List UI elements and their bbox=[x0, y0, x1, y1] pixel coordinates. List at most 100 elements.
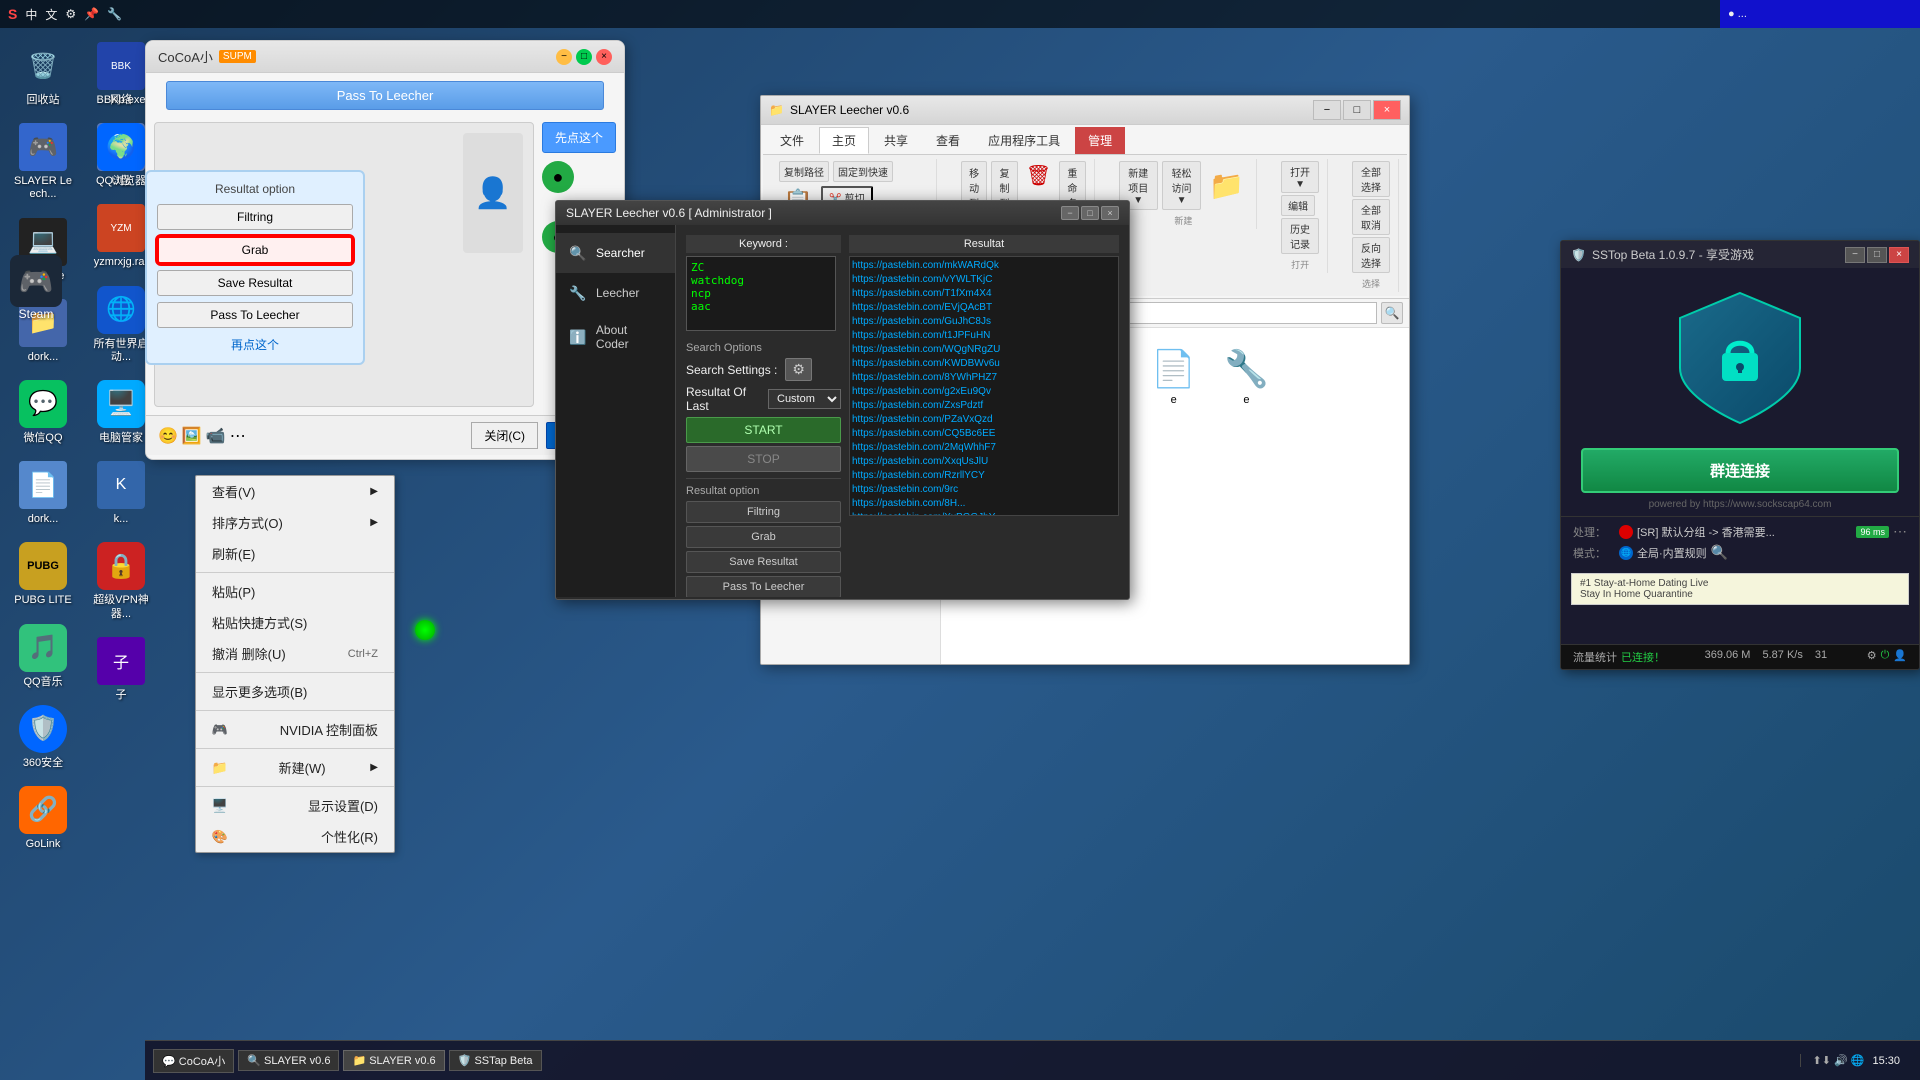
ctx-sort[interactable]: 排序方式(O) ▶ bbox=[196, 507, 394, 538]
fe-tab-app-tools[interactable]: 应用程序工具 bbox=[975, 127, 1073, 154]
cocoa-close-btn[interactable]: × bbox=[596, 49, 612, 65]
fe-open-btn[interactable]: 打开 ▼ bbox=[1281, 161, 1319, 193]
icon-dork2[interactable]: 📄 dork... bbox=[8, 457, 78, 530]
result-link-8[interactable]: https://pastebin.com/8YWhPHZ7 bbox=[852, 371, 1116, 385]
ctx-nvidia[interactable]: 🎮 NVIDIA 控制面板 bbox=[196, 714, 394, 745]
result-link-4[interactable]: https://pastebin.com/GuJhC8Js bbox=[852, 315, 1116, 329]
sidebar-item-leecher[interactable]: 🔧 Leecher bbox=[556, 273, 675, 313]
fe-file-4[interactable]: 🔧 e bbox=[1216, 340, 1277, 418]
slayer-close-btn[interactable]: × bbox=[1101, 206, 1119, 220]
ctx-paste-shortcut[interactable]: 粘贴快捷方式(S) bbox=[196, 607, 394, 638]
fe-copy-path-btn[interactable]: 复制路径 bbox=[779, 161, 829, 182]
sidebar-item-searcher[interactable]: 🔍 Searcher bbox=[556, 233, 675, 273]
fe-select-none-btn[interactable]: 全部取消 bbox=[1352, 199, 1390, 235]
fe-tab-file[interactable]: 文件 bbox=[767, 127, 817, 154]
fe-easy-access-btn[interactable]: 轻松访问 ▼ bbox=[1162, 161, 1201, 210]
result-link-13[interactable]: https://pastebin.com/2MqWhhF7 bbox=[852, 441, 1116, 455]
icon-k[interactable]: K k... bbox=[86, 457, 156, 530]
ctx-refresh[interactable]: 刷新(E) bbox=[196, 538, 394, 569]
slayer-minimize-btn[interactable]: − bbox=[1061, 206, 1079, 220]
cocoa-emoji-icon[interactable]: 😊 bbox=[158, 426, 178, 446]
cocoa-minimize-btn[interactable]: − bbox=[556, 49, 572, 65]
fe-close-btn[interactable]: × bbox=[1373, 100, 1401, 120]
taskbar-icon3[interactable]: ⚙ bbox=[65, 7, 76, 21]
taskbar-sstop-item[interactable]: 🛡️ SSTap Beta bbox=[449, 1050, 542, 1071]
pass-to-leecher-btn-overlay[interactable]: Pass To Leecher bbox=[157, 302, 353, 328]
result-link-5[interactable]: https://pastebin.com/t1JPFuHN bbox=[852, 329, 1116, 343]
ctx-view[interactable]: 查看(V) ▶ bbox=[196, 476, 394, 507]
taskbar-cocoa-item[interactable]: 💬 CoCoA小 bbox=[153, 1049, 234, 1073]
icon-qq-music[interactable]: 🎵 QQ音乐 bbox=[8, 620, 78, 693]
save-main-btn[interactable]: Save Resultat bbox=[686, 551, 841, 573]
taskbar-icon5[interactable]: 🔧 bbox=[107, 7, 122, 21]
taskbar-icon2[interactable]: 文 bbox=[45, 6, 57, 23]
fe-invert-btn[interactable]: 反向选择 bbox=[1352, 237, 1390, 273]
sstop-user-icon[interactable]: 👤 bbox=[1893, 649, 1907, 665]
filtring-main-btn[interactable]: Filtring bbox=[686, 501, 841, 523]
sstop-power-icon[interactable]: ⏻ bbox=[1881, 649, 1890, 665]
cocoa-more-icon[interactable]: ⋯ bbox=[230, 426, 246, 446]
result-link-10[interactable]: https://pastebin.com/ZxsPdztf bbox=[852, 399, 1116, 413]
fe-history-btn[interactable]: 历史记录 bbox=[1281, 218, 1319, 254]
again-link[interactable]: 再点这个 bbox=[231, 338, 279, 352]
result-link-12[interactable]: https://pastebin.com/CQ5Bc6EE bbox=[852, 427, 1116, 441]
stop-btn[interactable]: STOP bbox=[686, 446, 841, 472]
search-settings-btn[interactable]: ⚙ bbox=[785, 358, 812, 381]
keyword-textarea[interactable]: ZC watchdog ncp aac bbox=[686, 256, 836, 331]
fe-maximize-btn[interactable]: □ bbox=[1343, 100, 1371, 120]
fe-new-folder-btn[interactable]: 📁 bbox=[1205, 167, 1248, 204]
ctx-display-settings[interactable]: 🖥️ 显示设置(D) bbox=[196, 790, 394, 821]
sidebar-item-about[interactable]: ℹ️ About Coder bbox=[556, 313, 675, 361]
sstop-close-btn[interactable]: × bbox=[1889, 247, 1909, 263]
icon-wechat[interactable]: 💬 微信QQ bbox=[8, 376, 78, 449]
result-link-9[interactable]: https://pastebin.com/g2xEu9Qv bbox=[852, 385, 1116, 399]
ctx-personalize[interactable]: 🎨 个性化(R) bbox=[196, 821, 394, 852]
fe-tab-home[interactable]: 主页 bbox=[819, 127, 869, 154]
icon-recycle[interactable]: 🗑️ 回收站 bbox=[8, 38, 78, 111]
icon-vpn[interactable]: 🔒 超级VPN神器... bbox=[86, 538, 156, 624]
icon-pubg[interactable]: PUBG PUBG LITE bbox=[8, 538, 78, 611]
result-link-14[interactable]: https://pastebin.com/XxqUsJlU bbox=[852, 455, 1116, 469]
taskbar-lang-icon[interactable]: 中 bbox=[25, 6, 37, 23]
sstop-connect-btn[interactable]: 群连连接 bbox=[1581, 448, 1899, 493]
fe-search-btn[interactable]: 🔍 bbox=[1381, 302, 1403, 324]
result-link-0[interactable]: https://pastebin.com/mkWARdQk bbox=[852, 259, 1116, 273]
filtring-btn-overlay[interactable]: Filtring bbox=[157, 204, 353, 230]
result-link-1[interactable]: https://pastebin.com/vYWLTKjC bbox=[852, 273, 1116, 287]
resultat-of-last-dropdown[interactable]: Custom All Last 24h bbox=[768, 389, 841, 409]
ctx-new[interactable]: 📁 新建(W) ▶ bbox=[196, 752, 394, 783]
result-link-18[interactable]: https://pastebin.com/XxPGGJbY bbox=[852, 511, 1116, 516]
sstop-minimize-btn[interactable]: − bbox=[1845, 247, 1865, 263]
cocoa-video-icon[interactable]: 📹 bbox=[206, 426, 226, 446]
taskbar-s-icon[interactable]: S bbox=[8, 6, 17, 22]
icon-zi[interactable]: 子 子 bbox=[86, 633, 156, 706]
fe-tab-manage[interactable]: 管理 bbox=[1075, 127, 1125, 154]
steam-icon-area[interactable]: 🎮 Steam bbox=[0, 255, 72, 321]
sstop-settings-icon[interactable]: ⚙ bbox=[1867, 649, 1877, 665]
cocoa-image-icon[interactable]: 🖼️ bbox=[182, 426, 202, 446]
taskbar-icon4[interactable]: 📌 bbox=[84, 7, 99, 21]
cocoa-pass-btn[interactable]: Pass To Leecher bbox=[166, 81, 604, 110]
grab-btn-overlay[interactable]: Grab bbox=[157, 236, 353, 264]
taskbar-slayer-item[interactable]: 🔍 SLAYER v0.6 bbox=[238, 1050, 339, 1071]
resultat-links-panel[interactable]: https://pastebin.com/mkWARdQk https://pa… bbox=[849, 256, 1119, 516]
ctx-paste[interactable]: 粘贴(P) bbox=[196, 576, 394, 607]
ctx-display-more[interactable]: 显示更多选项(B) bbox=[196, 676, 394, 707]
fe-file-3[interactable]: 📄 e bbox=[1143, 340, 1204, 418]
icon-golink[interactable]: 🔗 GoLink bbox=[8, 782, 78, 855]
fe-edit-btn[interactable]: 编辑 bbox=[1281, 195, 1315, 216]
result-link-2[interactable]: https://pastebin.com/T1fXm4X4 bbox=[852, 287, 1116, 301]
icon-slayer[interactable]: 🎮 SLAYER Leech... bbox=[8, 119, 78, 205]
taskbar-fe-item[interactable]: 📁 SLAYER v0.6 bbox=[343, 1050, 444, 1071]
result-link-16[interactable]: https://pastebin.com/9rc bbox=[852, 483, 1116, 497]
cocoa-close-action-btn[interactable]: 关闭(C) bbox=[471, 422, 538, 449]
result-link-17[interactable]: https://pastebin.com/8H... bbox=[852, 497, 1116, 511]
sstop-search-icon[interactable]: 🔍 bbox=[1711, 544, 1728, 561]
fe-tab-share[interactable]: 共享 bbox=[871, 127, 921, 154]
ctx-undo[interactable]: 撤消 删除(U) Ctrl+Z bbox=[196, 638, 394, 669]
result-link-7[interactable]: https://pastebin.com/KWDBWv6u bbox=[852, 357, 1116, 371]
result-link-15[interactable]: https://pastebin.com/RzrllYCY bbox=[852, 469, 1116, 483]
fe-pin-btn[interactable]: 固定到快速 bbox=[833, 161, 893, 182]
fe-minimize-btn[interactable]: − bbox=[1313, 100, 1341, 120]
fe-select-all-btn[interactable]: 全部选择 bbox=[1352, 161, 1390, 197]
